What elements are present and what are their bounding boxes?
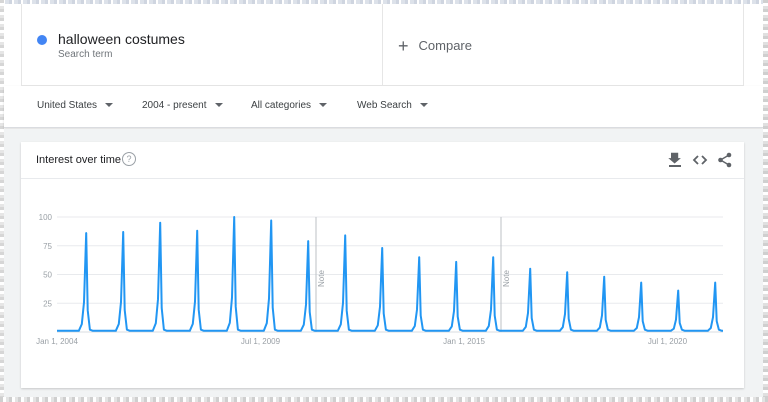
compare-label: Compare: [418, 38, 472, 53]
peak-point: [492, 256, 495, 259]
category-dropdown[interactable]: All categories: [251, 100, 328, 111]
chevron-down-icon: [214, 103, 223, 107]
y-tick-label: 75: [43, 242, 52, 251]
x-tick-label: Jan 1, 2004: [36, 337, 78, 346]
x-tick-label: Jul 1, 2020: [648, 337, 688, 346]
plus-icon: +: [398, 36, 409, 56]
term-color-dot: [37, 35, 47, 45]
interest-over-time-card: Interest over time ? 25 50 75 100 Note Note Ja…: [21, 142, 744, 388]
peak-point: [307, 240, 310, 242]
peak-point: [714, 281, 717, 284]
frame-edge-bottom: [0, 397, 768, 402]
peak-point: [270, 219, 273, 222]
note-label: Note: [502, 270, 511, 287]
term-divider: [382, 4, 383, 86]
y-tick-label: 25: [43, 299, 52, 308]
time-range-dropdown[interactable]: 2004 - present: [142, 100, 223, 111]
peak-point: [233, 216, 236, 218]
peak-point: [640, 281, 643, 284]
filter-bar: United States 2004 - present All categor…: [4, 86, 763, 128]
search-term-name[interactable]: halloween costumes: [58, 31, 185, 47]
chevron-down-icon: [319, 103, 328, 107]
peak-point: [196, 230, 199, 232]
chevron-down-icon: [419, 103, 428, 107]
compare-button[interactable]: + Compare: [398, 36, 472, 57]
peak-point: [381, 247, 384, 249]
peak-point: [159, 221, 162, 224]
peak-point: [566, 271, 569, 273]
y-tick-label: 100: [39, 213, 53, 222]
search-term-subtitle: Search term: [58, 49, 113, 60]
category-label: All categories: [251, 100, 312, 111]
search-term-panel: halloween costumes Search term + Compare: [21, 4, 744, 86]
search-type-dropdown[interactable]: Web Search: [357, 100, 428, 111]
interest-chart: 25 50 75 100 Note Note Jan 1, 2004 Jul 1, 2009 J…: [36, 213, 723, 346]
chevron-down-icon: [105, 103, 114, 107]
peak-point: [418, 256, 421, 259]
search-type-label: Web Search: [357, 100, 412, 111]
series-line: [57, 216, 723, 332]
peak-point: [677, 289, 680, 292]
region-label: United States: [37, 100, 98, 111]
peak-point: [455, 261, 458, 263]
y-tick-label: 50: [43, 271, 52, 280]
x-tick-label: Jul 1, 2009: [241, 337, 281, 346]
note-label: Note: [317, 270, 326, 287]
region-dropdown[interactable]: United States: [37, 100, 114, 111]
time-range-label: 2004 - present: [142, 100, 207, 111]
frame-edge-right: [763, 0, 768, 402]
peak-point: [529, 267, 532, 270]
peak-point: [344, 234, 347, 237]
peak-point: [122, 231, 125, 233]
peak-point: [603, 276, 606, 278]
peak-point: [85, 232, 88, 234]
x-tick-label: Jan 1, 2015: [443, 337, 485, 346]
